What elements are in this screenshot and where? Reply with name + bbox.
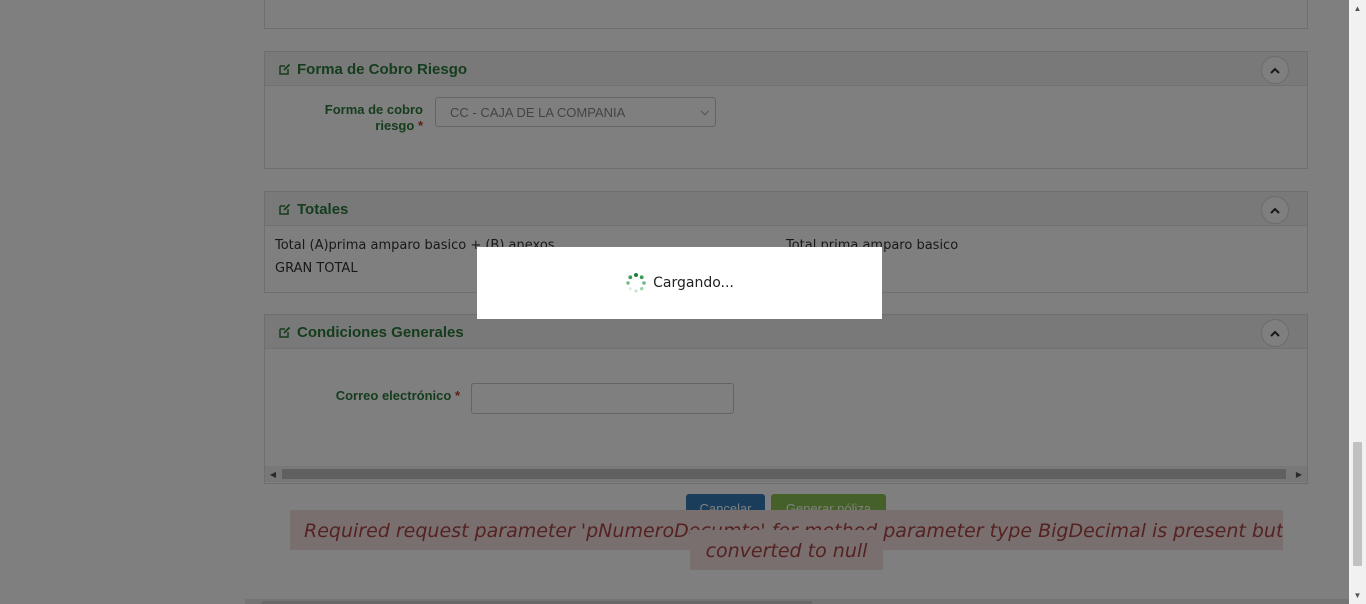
- scroll-down-icon[interactable]: ▼: [1349, 587, 1366, 604]
- loading-modal: Cargando...: [477, 247, 882, 319]
- loading-text: Cargando...: [653, 275, 734, 291]
- scroll-up-icon[interactable]: ▲: [1349, 0, 1366, 17]
- vertical-scroll-thumb[interactable]: [1353, 442, 1362, 566]
- spinner-icon: [626, 273, 646, 293]
- vertical-scrollbar[interactable]: ▲ ▼: [1349, 0, 1366, 604]
